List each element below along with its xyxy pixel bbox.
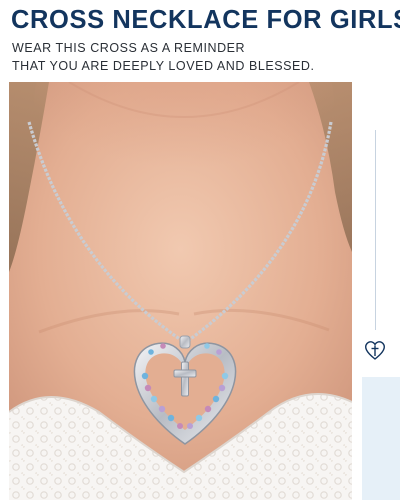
subtitle-line-1: WEAR THIS CROSS AS A REMINDER xyxy=(12,41,246,55)
subtitle-line-2: THAT YOU ARE DEEPLY LOVED AND BLESSED. xyxy=(12,59,315,73)
heart-cross-icon xyxy=(362,337,388,363)
product-photo xyxy=(9,82,352,500)
side-accent-block xyxy=(362,377,400,500)
page-title: CROSS NECKLACE FOR GIRLS xyxy=(11,6,400,34)
side-divider-line xyxy=(375,130,376,330)
necklace-photo-illustration xyxy=(9,82,352,500)
